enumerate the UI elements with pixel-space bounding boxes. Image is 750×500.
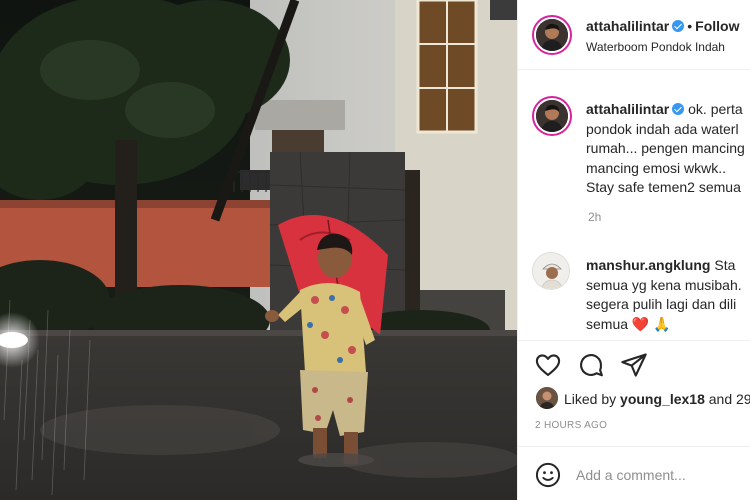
heart-icon[interactable] (534, 351, 562, 379)
liker-username[interactable]: young_lex18 (620, 391, 705, 407)
comment-line: segera pulih lagi dan dili (586, 296, 737, 312)
caption-line: rumah... pengen mancing (586, 140, 745, 156)
comment-line: manshur.angklung Sta (586, 256, 742, 276)
verified-badge-icon (672, 20, 685, 32)
likes-prefix: Liked by (564, 391, 617, 407)
likes-count[interactable]: and 29 (709, 391, 750, 407)
caption-line-start: ok. perta (688, 101, 743, 117)
caption-time[interactable]: 2h (588, 210, 601, 224)
comment-input[interactable] (576, 463, 746, 487)
comment-icon[interactable] (577, 351, 605, 379)
verified-badge-icon (672, 103, 685, 115)
comment-line-start: Sta (714, 257, 736, 273)
post-author: attahalilintar • Follow (586, 18, 739, 36)
comment-item: manshur.angklung Sta semua yg kena musib… (518, 244, 750, 334)
post-caption: attahalilintar ok. perta pondok indah ad… (518, 88, 750, 228)
heart-emoji-icon: ❤️ (631, 315, 650, 332)
separator-dot: • (687, 18, 693, 34)
follow-button[interactable]: Follow (695, 18, 739, 34)
commenter-avatar[interactable] (532, 252, 570, 290)
comment-line: semua ❤️ 🙏 (586, 315, 742, 335)
caption-author-avatar[interactable] (532, 96, 572, 136)
action-bar (518, 340, 750, 380)
post-location[interactable]: Waterboom Pondok Indah (586, 40, 725, 54)
post-photo[interactable] (0, 0, 517, 500)
liker-avatar[interactable] (536, 387, 558, 409)
caption-line: Stay safe temen2 semua (586, 179, 741, 195)
commenter-username[interactable]: manshur.angklung (586, 257, 710, 273)
likes-text: Liked by young_lex18 and 29 (564, 391, 750, 407)
caption-avatar-image (536, 100, 568, 132)
caption-username[interactable]: attahalilintar (586, 101, 669, 117)
comment-text: manshur.angklung Sta semua yg kena musib… (586, 256, 742, 334)
comment-line-end: semua (586, 315, 629, 332)
caption-line: mancing emosi wkwk.. (586, 159, 727, 176)
share-icon[interactable] (620, 351, 648, 379)
rainy-night-street-photo (0, 0, 517, 500)
comment-line: semua yg kena musibah. (586, 276, 742, 293)
post-header: attahalilintar • Follow Waterboom Pondok I… (518, 0, 750, 70)
emoji-icon[interactable] (534, 461, 562, 489)
caption-line: attahalilintar ok. perta (586, 100, 745, 120)
author-username[interactable]: attahalilintar (586, 18, 669, 34)
liker-avatar-image (536, 387, 558, 409)
caption-text: attahalilintar ok. perta pondok indah ad… (586, 100, 745, 198)
commenter-avatar-image (533, 253, 569, 289)
author-avatar-image (536, 19, 568, 51)
pray-emoji-icon: 🙏 (653, 315, 671, 332)
author-avatar[interactable] (532, 15, 572, 55)
add-comment-bar (518, 446, 750, 500)
post-side-panel: attahalilintar • Follow Waterboom Pondok I… (517, 0, 750, 500)
caption-line: pondok indah ada waterl (586, 120, 739, 137)
likes-summary: Liked by young_lex18 and 29 (518, 384, 750, 410)
post-timestamp[interactable]: 2 HOURS AGO (535, 420, 607, 431)
